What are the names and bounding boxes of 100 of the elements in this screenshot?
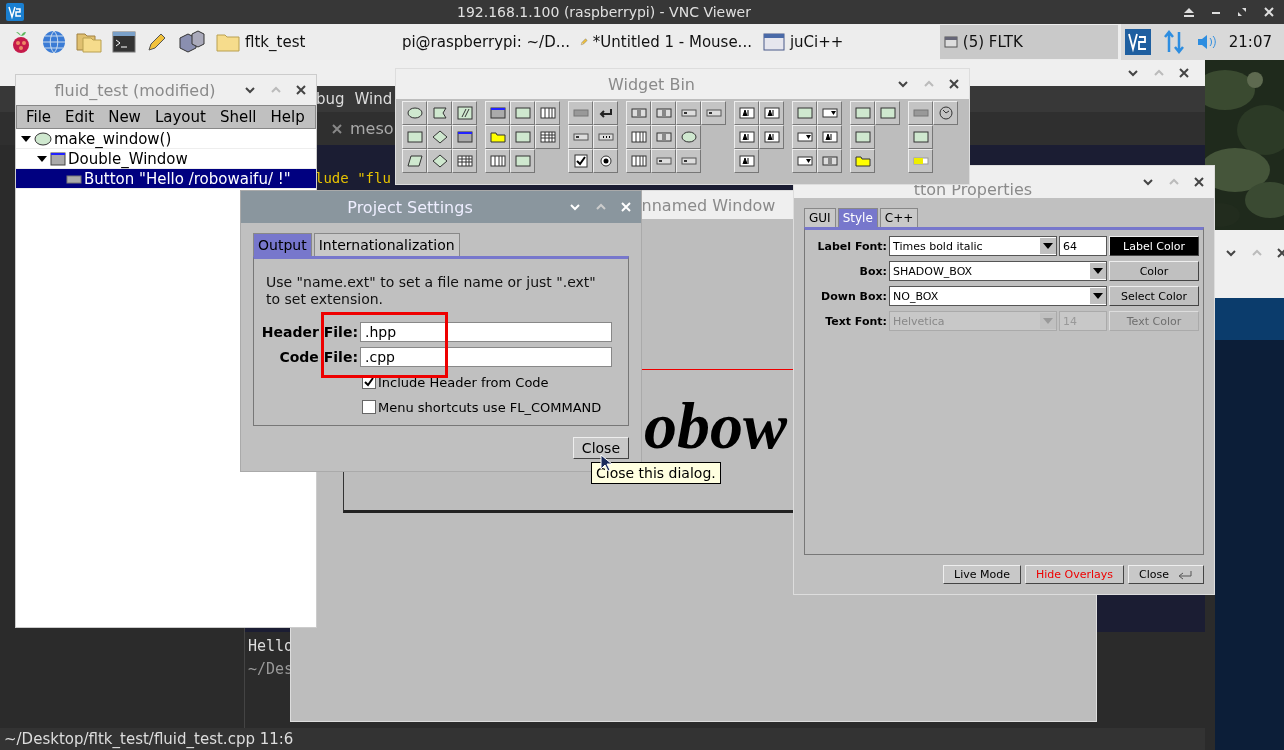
widget-button[interactable] xyxy=(427,125,452,149)
tab[interactable]: Internationalization xyxy=(313,233,460,256)
collapse-arrow-icon[interactable] xyxy=(20,133,32,144)
tab[interactable]: Output xyxy=(253,233,312,256)
minimize-icon[interactable] xyxy=(1127,69,1139,77)
color-button[interactable]: Select Color xyxy=(1109,286,1199,306)
close-button[interactable]: Close xyxy=(572,437,629,459)
tab[interactable]: GUI xyxy=(804,208,836,227)
resize-icon[interactable] xyxy=(1238,8,1246,16)
window-title: tton Properties xyxy=(913,182,1033,198)
menu-item[interactable]: Edit xyxy=(58,108,102,126)
columns-icon xyxy=(629,130,648,144)
minimize-icon[interactable] xyxy=(1142,178,1154,186)
input-field[interactable]: .cpp xyxy=(360,347,612,367)
tab[interactable]: Style xyxy=(837,208,878,227)
field-icon xyxy=(704,106,723,120)
rectangle-icon xyxy=(853,106,872,120)
rectangle-icon xyxy=(853,130,872,144)
widget-button[interactable] xyxy=(759,101,784,125)
menu-item[interactable]: Wind xyxy=(354,90,393,108)
close-icon[interactable] xyxy=(1179,68,1189,78)
dialog-button[interactable]: Close xyxy=(1128,565,1204,584)
menu-item[interactable]: Help xyxy=(263,108,312,126)
tree-item[interactable]: Button "Hello /robowaifu/ !" xyxy=(16,169,316,189)
folder-icon xyxy=(216,32,240,52)
taskbar-button[interactable]: pi@raspberrypi: ~/D... xyxy=(392,25,573,59)
widget-button[interactable] xyxy=(593,149,618,173)
widget-button[interactable] xyxy=(568,149,593,173)
checkbox[interactable] xyxy=(362,400,376,414)
field-label: Text Font: xyxy=(824,314,887,328)
tab[interactable]: C++ xyxy=(879,208,919,227)
field-icon xyxy=(654,154,673,168)
widget-button[interactable] xyxy=(593,101,618,125)
editor-tab[interactable]: meso xyxy=(350,119,394,138)
widget-button[interactable] xyxy=(734,125,759,149)
button-label: obow xyxy=(644,388,788,464)
close-icon[interactable] xyxy=(332,123,342,134)
color-button[interactable]: Label Color xyxy=(1109,236,1199,256)
text-field-icon xyxy=(762,106,781,120)
window-icon xyxy=(455,130,474,144)
folder-icon xyxy=(853,154,872,168)
close-icon[interactable] xyxy=(949,79,959,89)
field-label: Code File: xyxy=(278,349,358,365)
clock: 21:07 xyxy=(1228,33,1272,51)
hint-text: Use "name.ext" to set a file name or just ".ext" to set extension. xyxy=(265,274,597,308)
widget-button[interactable] xyxy=(485,101,510,125)
clock-icon xyxy=(936,106,955,120)
field-label: Box: xyxy=(858,264,887,278)
close-icon[interactable] xyxy=(1194,177,1204,187)
dropdown[interactable]: Times bold italic xyxy=(889,236,1057,256)
taskbar-button[interactable]: *Untitled 1 - Mouse... xyxy=(575,25,756,59)
field-label: Label Font: xyxy=(816,239,887,253)
text-field-icon xyxy=(737,154,756,168)
diamond-icon xyxy=(430,154,449,168)
text-field-icon xyxy=(737,130,756,144)
tree-item[interactable]: make_window() xyxy=(16,129,316,149)
close-icon[interactable] xyxy=(1277,248,1284,258)
menu-item[interactable]: New xyxy=(101,108,148,126)
taskbar-button[interactable]: (5) FLTK xyxy=(939,25,1118,59)
vnc-icon[interactable] xyxy=(1124,29,1151,55)
menu-item[interactable]: File xyxy=(19,108,59,126)
widget-button[interactable] xyxy=(933,101,958,125)
minimize-icon[interactable] xyxy=(1225,249,1237,257)
tooltip: Close this dialog. xyxy=(591,462,721,484)
taskbar-button[interactable]: fltk_test xyxy=(212,25,390,59)
input-field[interactable]: .hpp xyxy=(360,322,612,342)
minimize-icon[interactable] xyxy=(1212,10,1220,14)
widget-button[interactable] xyxy=(427,149,452,173)
dialog-button[interactable]: Live Mode xyxy=(943,565,1021,584)
size-field[interactable]: 64 xyxy=(1059,236,1107,256)
dropdown-icon xyxy=(795,154,814,168)
window-icon xyxy=(943,36,958,48)
bar-icon xyxy=(911,106,930,120)
eject-icon[interactable] xyxy=(1184,7,1194,17)
taskbar-button[interactable]: juCi++ xyxy=(758,25,937,59)
code-line: lude "flu xyxy=(315,170,391,186)
widget-button[interactable] xyxy=(759,125,784,149)
app-logo-icon xyxy=(6,3,24,21)
slash-icon xyxy=(455,106,474,120)
rectangle-icon xyxy=(878,106,897,120)
text-field-icon xyxy=(762,130,781,144)
minimize-icon[interactable] xyxy=(244,86,256,94)
collapse-arrow-icon[interactable] xyxy=(36,153,48,164)
dropdown[interactable]: SHADOW_BOX xyxy=(889,261,1107,281)
dropdown[interactable]: NO_BOX xyxy=(889,286,1107,306)
close-icon[interactable] xyxy=(296,85,306,95)
field-label: Down Box: xyxy=(820,289,887,303)
columns-icon xyxy=(488,154,507,168)
field-icon xyxy=(679,154,698,168)
menu-item[interactable]: Layout xyxy=(147,108,213,126)
menu-item[interactable]: bug xyxy=(316,90,345,108)
widget-button[interactable] xyxy=(734,149,759,173)
slider-icon xyxy=(820,154,839,168)
window-title: 192.168.1.100 (raspberrypi) - VNC Viewer xyxy=(456,4,752,20)
widget-button[interactable] xyxy=(452,125,477,149)
widget-button[interactable] xyxy=(817,125,842,149)
minimize-icon[interactable] xyxy=(897,80,909,88)
menu-item[interactable]: Shell xyxy=(212,108,264,126)
color-button[interactable]: Color xyxy=(1109,261,1199,281)
widget-button[interactable] xyxy=(734,101,759,125)
